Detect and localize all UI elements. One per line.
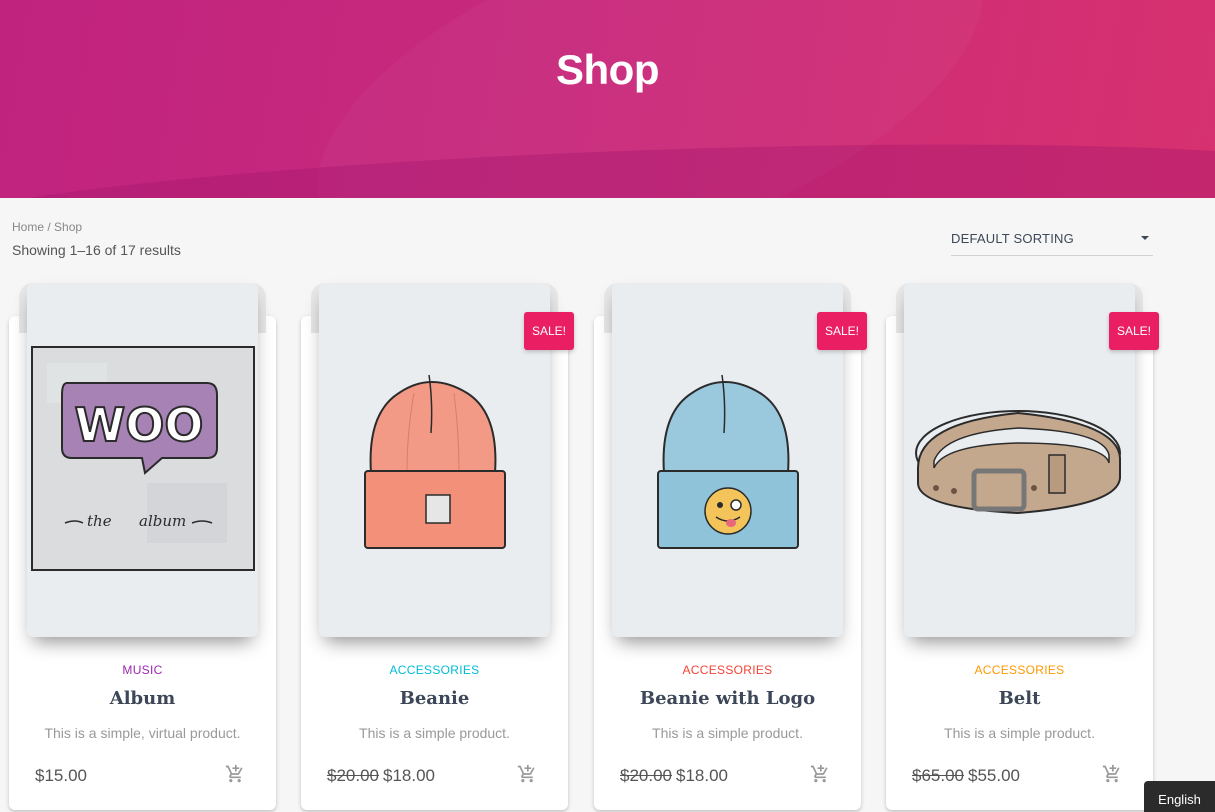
sorting-select[interactable]: DEFAULT SORTING xyxy=(951,226,1153,256)
price-current: $18.00 xyxy=(383,766,435,785)
chevron-down-icon xyxy=(1141,236,1149,240)
product-description: This is a simple product. xyxy=(944,725,1095,741)
product-category[interactable]: MUSIC xyxy=(9,663,276,677)
price-old: $20.00 xyxy=(327,766,379,785)
language-switcher[interactable]: English xyxy=(1144,781,1215,812)
product-price: $20.00 $18.00 xyxy=(620,766,728,786)
product-card[interactable]: SALE! ACCESSORIES Beanie This is a simpl… xyxy=(301,283,574,810)
product-image[interactable] xyxy=(612,283,843,637)
beanie-logo-icon xyxy=(657,374,799,549)
beanie-icon xyxy=(364,374,506,549)
product-title[interactable]: Belt xyxy=(886,688,1153,709)
product-price: $15.00 xyxy=(35,766,87,786)
price-current: $15.00 xyxy=(35,766,87,785)
breadcrumb-current: Shop xyxy=(54,220,83,234)
product-image[interactable] xyxy=(904,283,1135,637)
add-to-cart-icon[interactable] xyxy=(224,764,246,784)
product-card[interactable]: SALE! ACCESSORIES Belt This is a simple … xyxy=(886,283,1159,810)
add-to-cart-icon[interactable] xyxy=(809,764,831,784)
product-price: $65.00 $55.00 xyxy=(912,766,1020,786)
product-description: This is a simple product. xyxy=(359,725,510,741)
product-description: This is a simple, virtual product. xyxy=(44,725,241,741)
product-title[interactable]: Beanie with Logo xyxy=(594,688,861,709)
page-title: Shop xyxy=(556,46,659,93)
svg-text:album: album xyxy=(139,512,186,530)
sorting-selected-label: DEFAULT SORTING xyxy=(951,231,1074,246)
breadcrumb-separator: / xyxy=(44,220,55,234)
breadcrumb-home-link[interactable]: Home xyxy=(12,220,44,234)
breadcrumb: Home / Shop xyxy=(12,220,82,234)
add-to-cart-icon[interactable] xyxy=(1101,764,1123,784)
product-card[interactable]: WOO the album MUSIC Album This is a simp… xyxy=(9,283,276,810)
svg-text:WOO: WOO xyxy=(75,398,204,452)
product-card[interactable]: SALE! ACCESSORIES Beanie with Logo This … xyxy=(594,283,867,810)
belt-icon xyxy=(915,410,1121,515)
product-title[interactable]: Album xyxy=(9,688,276,709)
woo-album-icon: WOO the album xyxy=(31,346,255,571)
product-category[interactable]: ACCESSORIES xyxy=(886,663,1153,677)
product-price: $20.00 $18.00 xyxy=(327,766,435,786)
product-title[interactable]: Beanie xyxy=(301,688,568,709)
product-description: This is a simple product. xyxy=(652,725,803,741)
page-header: Shop xyxy=(0,0,1215,198)
svg-text:the: the xyxy=(87,512,112,530)
result-count: Showing 1–16 of 17 results xyxy=(12,242,181,258)
add-to-cart-icon[interactable] xyxy=(516,764,538,784)
sale-badge: SALE! xyxy=(1109,312,1159,350)
sale-badge: SALE! xyxy=(817,312,867,350)
product-category[interactable]: ACCESSORIES xyxy=(301,663,568,677)
product-image[interactable]: WOO the album xyxy=(27,283,258,637)
product-category[interactable]: ACCESSORIES xyxy=(594,663,861,677)
price-current: $55.00 xyxy=(968,766,1020,785)
price-old: $20.00 xyxy=(620,766,672,785)
price-current: $18.00 xyxy=(676,766,728,785)
sale-badge: SALE! xyxy=(524,312,574,350)
product-image[interactable] xyxy=(319,283,550,637)
price-old: $65.00 xyxy=(912,766,964,785)
